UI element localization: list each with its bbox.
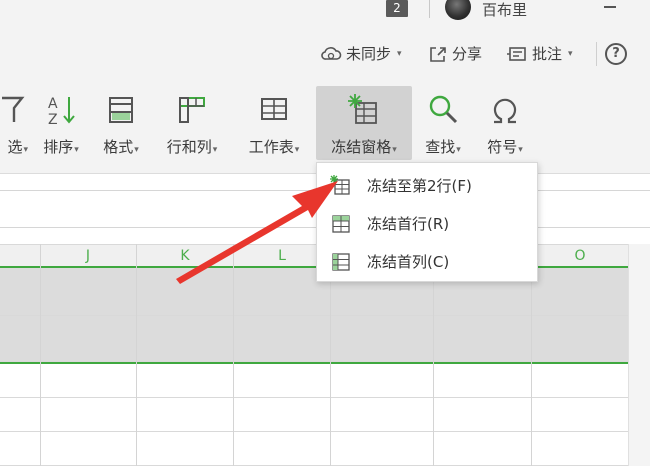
share-button[interactable]: 分享 [428, 43, 482, 64]
rows-columns-button[interactable]: 行和列▾ [154, 86, 230, 160]
chevron-down-icon: ▾ [518, 145, 523, 155]
chevron-down-icon: ▾ [74, 145, 79, 155]
chevron-down-icon: ▾ [294, 145, 300, 155]
table-row[interactable] [0, 432, 628, 466]
sync-label: 未同步 [346, 45, 392, 63]
chevron-down-icon: ▾ [397, 48, 402, 59]
menu-item-label: 冻结首行(R) [367, 214, 450, 233]
collaboration-bar: 未同步 ▾ 分享 批注 ▾ ? [0, 28, 650, 82]
grid-line [233, 244, 234, 466]
chevron-down-icon: ▾ [456, 145, 461, 155]
menu-item-label: 冻结首列(C) [367, 252, 450, 271]
ribbon-toolbar: 选▾ A Z 排序▾ 格式▾ 行和列▾ 工作表▾ 冻结窗格▾ 查找▾ 符号▾ [0, 82, 650, 174]
collab-divider [596, 42, 597, 66]
share-icon [430, 46, 446, 62]
user-name[interactable]: 百布里 [482, 0, 527, 20]
format-label: 格式 [103, 138, 134, 156]
minimize-icon[interactable] [604, 6, 616, 8]
freeze-rows-icon [330, 175, 350, 195]
chevron-down-icon: ▾ [23, 145, 28, 155]
user-avatar[interactable] [445, 0, 471, 20]
chevron-down-icon: ▾ [134, 145, 139, 155]
freeze-panes-button[interactable]: 冻结窗格▾ [316, 86, 412, 160]
share-label: 分享 [452, 45, 483, 63]
omega-icon [493, 98, 517, 124]
freeze-panes-label: 冻结窗格 [331, 138, 392, 156]
title-bar: 2 百布里 [0, 0, 650, 28]
table-row[interactable] [0, 398, 628, 432]
freeze-panes-dropdown: 冻结至第2行(F) 冻结首行(R) 冻结首列(C) [316, 162, 538, 282]
vertical-scrollbar-track[interactable] [628, 244, 650, 466]
rows-columns-label: 行和列 [166, 138, 212, 156]
chevron-down-icon: ▾ [212, 145, 218, 155]
find-label: 查找 [425, 138, 456, 156]
find-button[interactable]: 查找▾ [416, 86, 470, 160]
format-button[interactable]: 格式▾ [94, 86, 148, 160]
menu-item-freeze-to-row-2[interactable]: 冻结至第2行(F) [317, 167, 537, 203]
grid-line [40, 244, 41, 466]
comment-icon [507, 46, 526, 61]
symbol-button[interactable]: 符号▾ [476, 86, 534, 160]
title-divider [429, 0, 430, 18]
worksheet-label: 工作表 [248, 138, 294, 156]
menu-item-freeze-first-row[interactable]: 冻结首行(R) [317, 205, 537, 241]
chevron-down-icon: ▾ [392, 145, 397, 155]
format-icon [109, 97, 133, 123]
rows-columns-icon [179, 97, 205, 123]
sync-button[interactable]: 未同步 ▾ [320, 43, 402, 64]
sort-button[interactable]: A Z 排序▾ [34, 86, 88, 160]
freeze-first-column-icon [332, 253, 350, 271]
filter-button[interactable]: 选▾ [0, 86, 32, 160]
comment-label: 批注 [532, 45, 563, 63]
menu-item-label: 冻结至第2行(F) [367, 176, 472, 195]
filter-icon [2, 96, 25, 122]
filter-label: 选 [7, 138, 23, 156]
comment-button[interactable]: 批注 ▾ [506, 43, 573, 64]
grid-line [136, 244, 137, 466]
search-icon [429, 95, 458, 124]
symbol-label: 符号 [487, 138, 518, 156]
worksheet-icon [261, 98, 287, 120]
help-button[interactable]: ? [605, 43, 627, 65]
freeze-first-row-icon [332, 215, 350, 233]
freeze-panes-icon [348, 94, 377, 124]
document-count-badge[interactable]: 2 [386, 0, 408, 17]
chevron-down-icon: ▾ [568, 48, 573, 59]
sort-label: 排序 [43, 138, 74, 156]
table-row[interactable] [0, 364, 628, 398]
sort-icon: A Z [48, 96, 75, 128]
frozen-row[interactable] [0, 316, 628, 362]
cloud-sync-icon [321, 46, 342, 60]
worksheet-button[interactable]: 工作表▾ [236, 86, 312, 160]
svg-text:Z: Z [48, 112, 58, 128]
svg-text:A: A [48, 96, 58, 112]
menu-item-freeze-first-column[interactable]: 冻结首列(C) [317, 243, 537, 279]
